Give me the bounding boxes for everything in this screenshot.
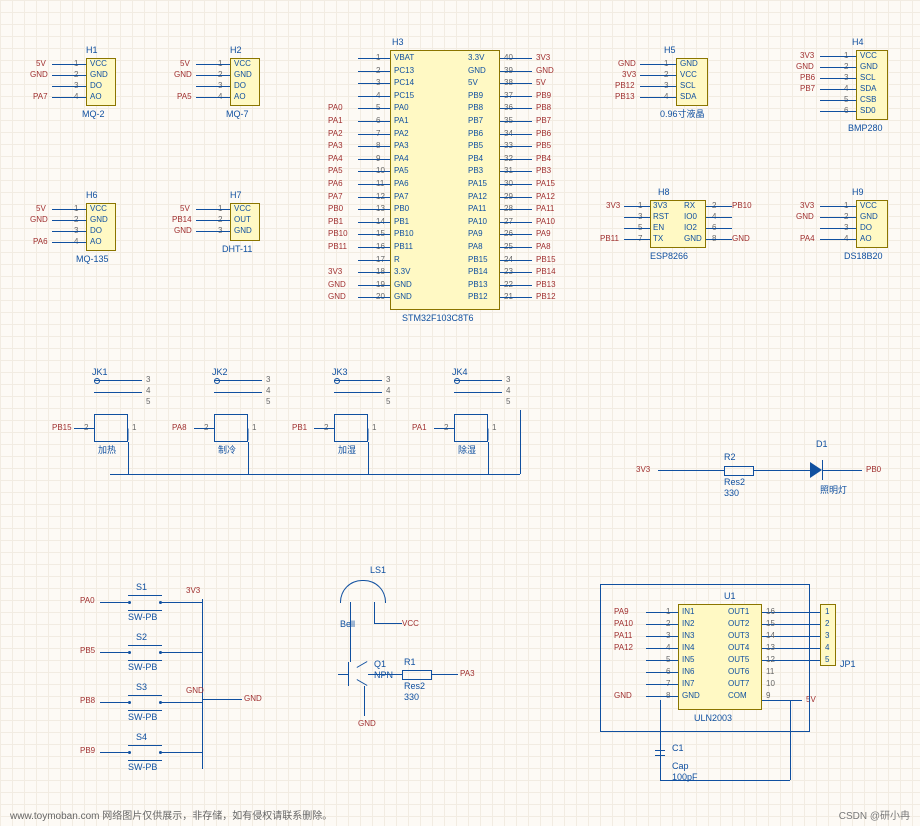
pushbutton bbox=[128, 695, 162, 711]
credit: CSDN @研小冉 bbox=[839, 812, 910, 822]
schematic-canvas: { "headers":{ "h1":{"ref":"H1","name":"M… bbox=[0, 0, 920, 826]
ref-h1: H1 bbox=[86, 46, 98, 55]
capacitor-c1 bbox=[660, 746, 661, 760]
resistor-r1 bbox=[402, 670, 432, 680]
watermark: www.toymoban.com 网络图片仅供展示，非存储，如有侵权请联系删除。 bbox=[10, 811, 332, 822]
pushbutton bbox=[128, 595, 162, 611]
resistor-r2 bbox=[724, 466, 754, 476]
pushbutton bbox=[128, 645, 162, 661]
led-d1 bbox=[810, 462, 822, 478]
name-h1: MQ-2 bbox=[82, 110, 105, 119]
pushbutton bbox=[128, 745, 162, 761]
